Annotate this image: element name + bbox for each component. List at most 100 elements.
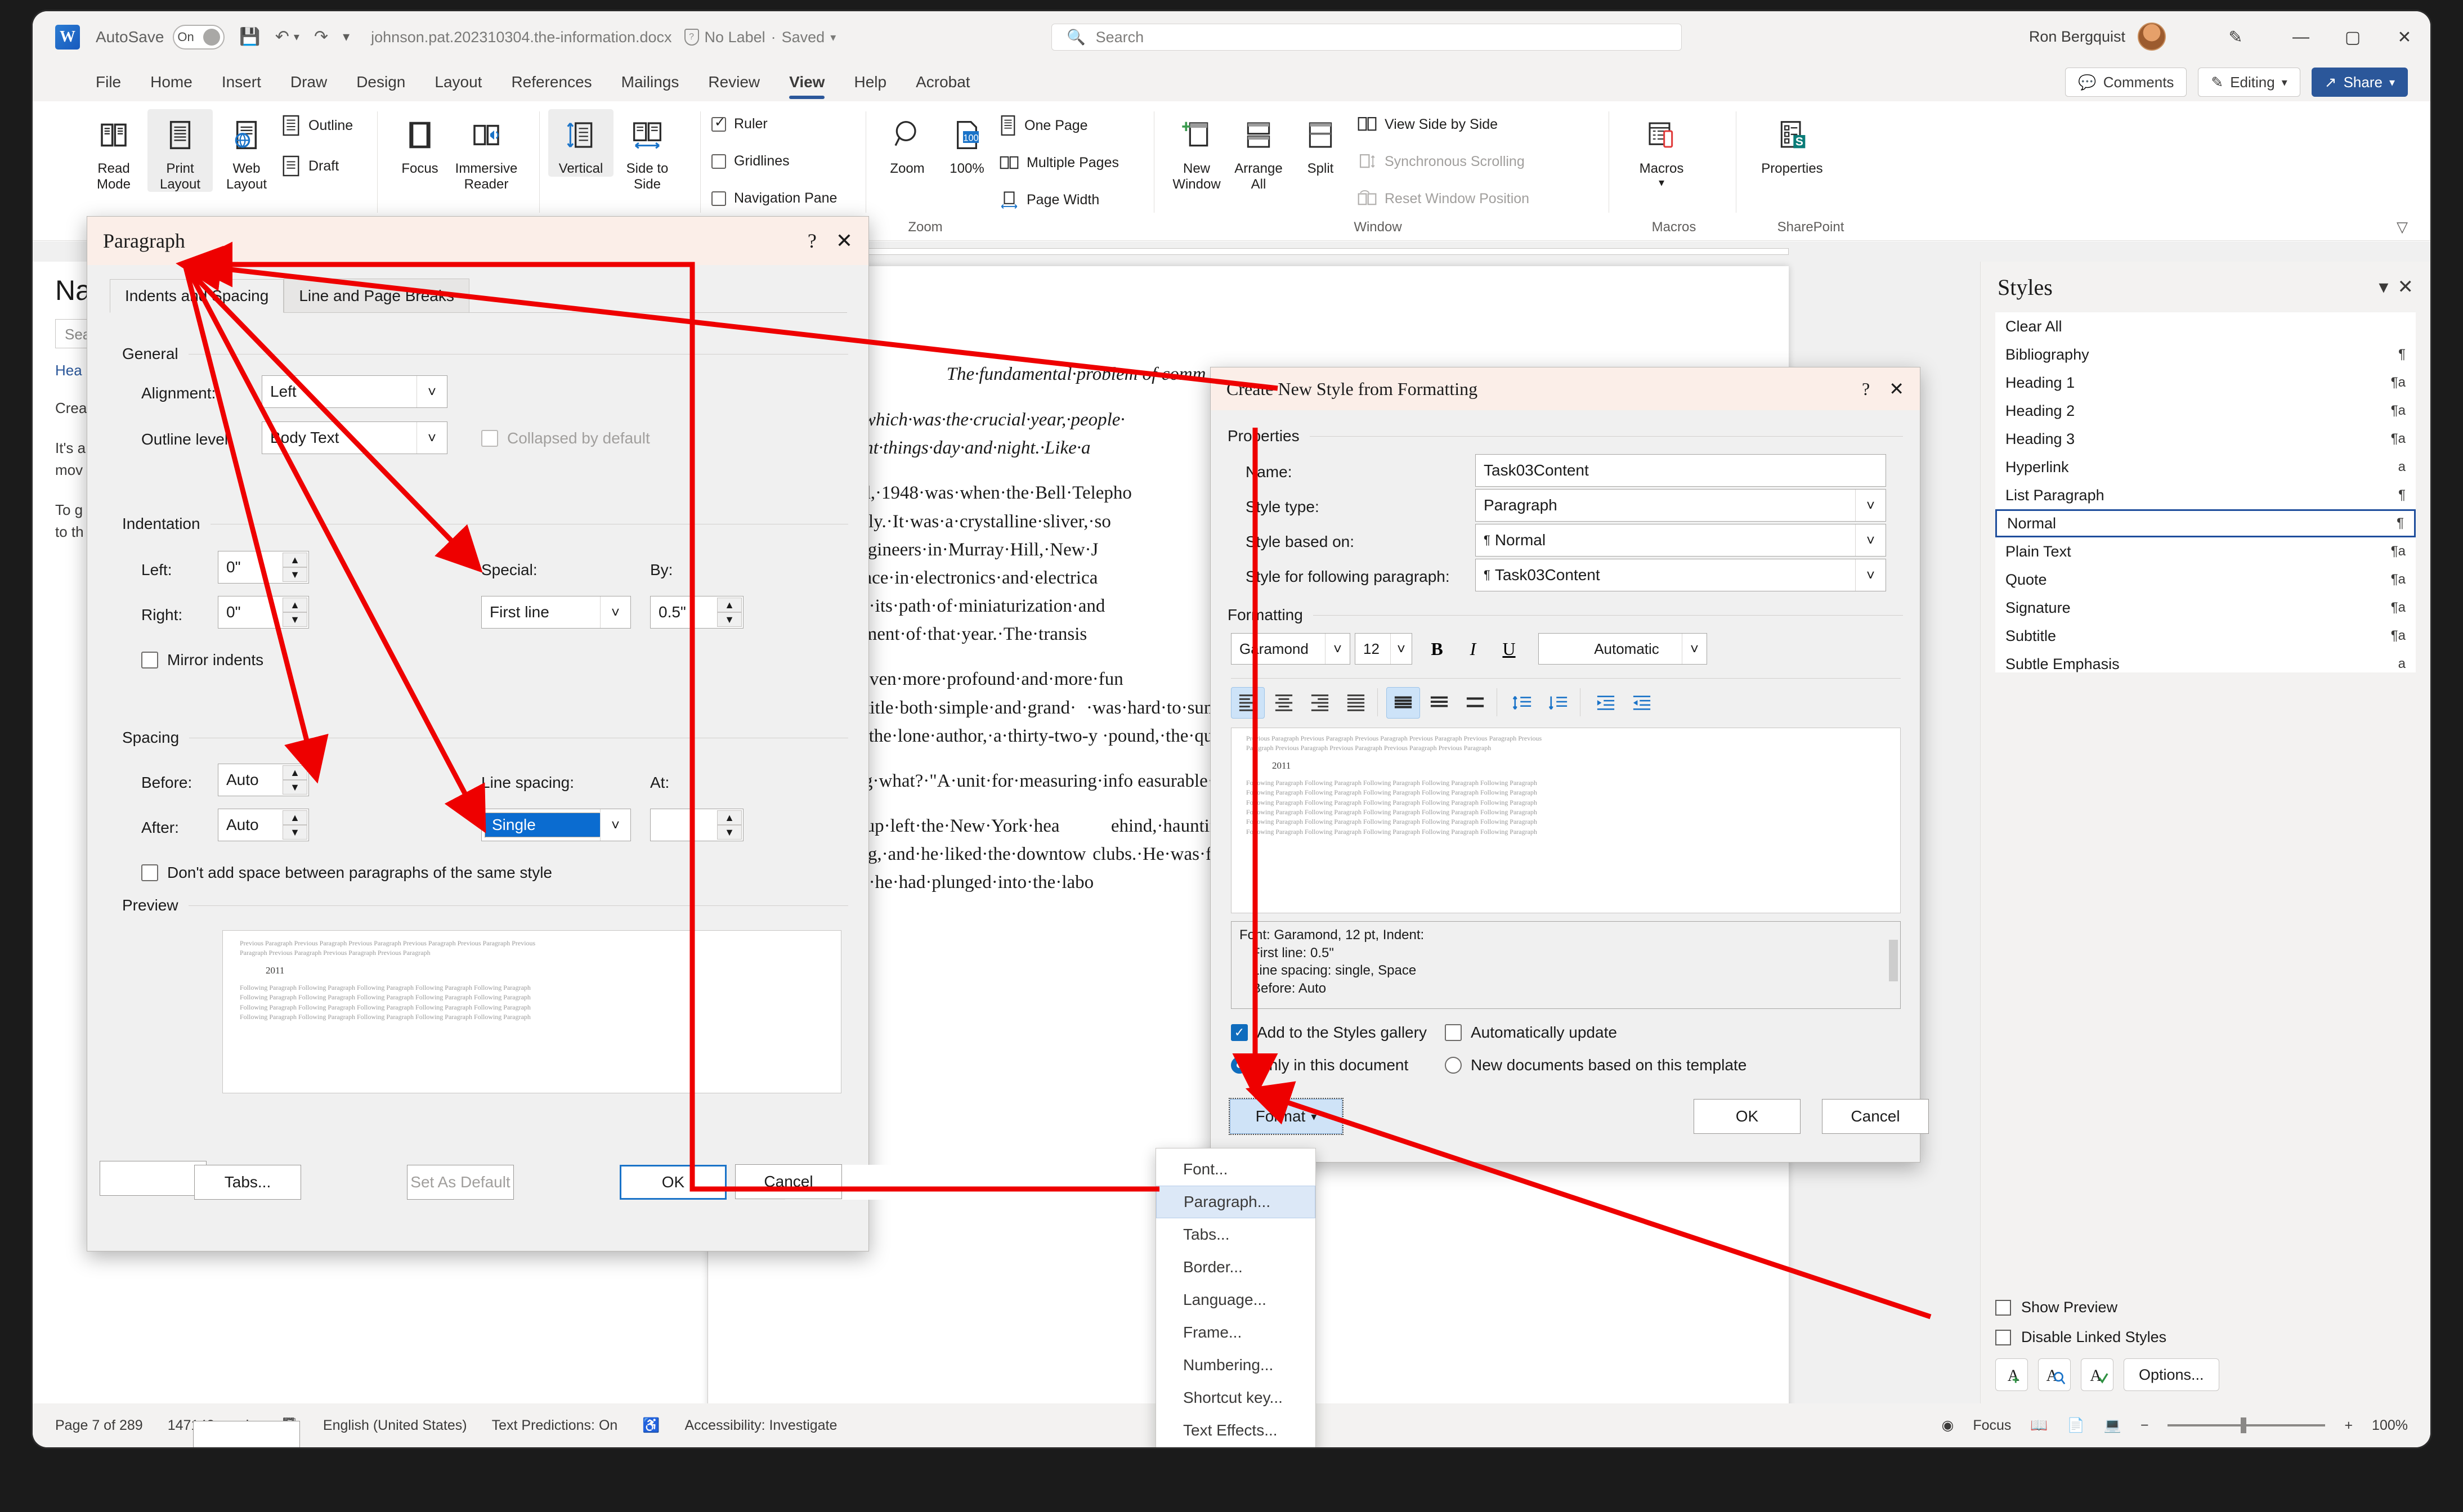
set-as-default-button[interactable]: Set As Default [407, 1165, 514, 1200]
zoom-level[interactable]: 100% [2372, 1417, 2408, 1434]
pen-icon[interactable]: ✎ [2210, 11, 2262, 63]
align-center-button[interactable] [1267, 687, 1301, 719]
scrollbar[interactable] [1889, 940, 1898, 981]
multiple-pages-button[interactable]: Multiple Pages [1000, 152, 1119, 173]
tab-design[interactable]: Design [342, 63, 420, 101]
outline-level-select[interactable]: Body Text ˅ [262, 421, 447, 454]
create-style-titlebar[interactable]: Create New Style from Formatting ? ✕ [1211, 367, 1920, 410]
line-spacing-1-5-button[interactable] [1422, 687, 1456, 719]
zoom-100-button[interactable]: 100 100% [934, 109, 1000, 177]
new-window-button[interactable]: New Window [1164, 109, 1229, 192]
font-color-select[interactable]: Automatic ˅ [1538, 633, 1707, 665]
close-icon[interactable]: ✕ [2398, 276, 2414, 298]
style-item-heading-2[interactable]: Heading 2 ¶a [1995, 397, 2416, 425]
stepper[interactable]: ▲ ▼ [717, 598, 742, 627]
decrease-indent-button[interactable] [1589, 687, 1623, 719]
macros-button[interactable]: Macros ▾ [1629, 109, 1694, 190]
add-to-styles-gallery-checkbox[interactable]: ✓ Add to the Styles gallery [1231, 1024, 1427, 1042]
style-item-hyperlink[interactable]: Hyperlink a [1995, 453, 2416, 481]
tab-mailings[interactable]: Mailings [607, 63, 694, 101]
new-style-icon[interactable]: A [1995, 1358, 2028, 1391]
format-menu-item-border[interactable]: Border... [1156, 1251, 1315, 1284]
page-width-button[interactable]: Page Width [1000, 189, 1099, 210]
spacing-before-input[interactable]: Auto ▲ ▼ [218, 764, 309, 796]
one-page-button[interactable]: One Page [1000, 115, 1088, 136]
minimize-button[interactable]: — [2275, 11, 2327, 63]
decrease-spacing-before-button[interactable] [1506, 687, 1539, 719]
saved-dropdown-icon[interactable]: ▾ [830, 30, 836, 44]
style-inspector-icon[interactable]: A [2038, 1358, 2071, 1391]
align-right-button[interactable] [1303, 687, 1337, 719]
avatar[interactable] [2138, 23, 2166, 51]
stepper[interactable]: ▲ ▼ [283, 553, 307, 582]
format-menu-item-font[interactable]: Font... [1156, 1153, 1315, 1186]
sensitivity-label[interactable]: ? No Label · Saved ▾ [684, 29, 836, 46]
save-icon[interactable]: 💾 [239, 29, 260, 46]
create-style-ok-button[interactable]: OK [1694, 1099, 1801, 1134]
dont-add-space-checkbox[interactable]: Don't add space between paragraphs of th… [141, 864, 552, 882]
align-justify-button[interactable] [1339, 687, 1373, 719]
read-mode-button[interactable]: Read Mode [81, 109, 146, 192]
style-item-list-paragraph[interactable]: List Paragraph ¶ [1995, 481, 2416, 509]
text-predictions-label[interactable]: Text Predictions: On [492, 1417, 618, 1434]
style-name-input[interactable]: Task03Content [1475, 454, 1886, 487]
language-label[interactable]: English (United States) [323, 1417, 467, 1434]
align-left-button[interactable] [1231, 687, 1265, 719]
line-spacing-single-button[interactable] [1386, 687, 1420, 719]
vertical-button[interactable]: Vertical [548, 109, 613, 177]
style-item-quote[interactable]: Quote ¶a [1995, 566, 2416, 594]
maximize-button[interactable]: ▢ [2327, 11, 2379, 63]
at-input[interactable]: ▲ ▼ [650, 809, 744, 841]
comments-button[interactable]: 💬 Comments [2065, 68, 2187, 97]
collapse-ribbon-icon[interactable]: ▽ [2397, 218, 2408, 236]
user-account[interactable]: Ron Bergquist [2029, 23, 2166, 51]
tab-view[interactable]: View [774, 63, 839, 101]
read-mode-icon[interactable]: 📖 [2030, 1417, 2048, 1434]
new-documents-radio[interactable]: New documents based on this template [1445, 1056, 1747, 1074]
tab-line-and-page-breaks[interactable]: Line and Page Breaks [284, 279, 469, 312]
tabs-button[interactable]: Tabs... [194, 1165, 301, 1200]
tab-file[interactable]: File [81, 63, 136, 101]
outline-button[interactable]: Outline [281, 115, 353, 136]
style-following-select[interactable]: ¶ Task03Content ˅ [1475, 559, 1886, 591]
editing-button[interactable]: ✎ Editing ▾ [2198, 68, 2300, 97]
help-icon[interactable]: ? [808, 229, 817, 253]
by-input[interactable]: 0.5" ▲ ▼ [650, 596, 744, 629]
style-based-on-select[interactable]: ¶ Normal ˅ [1475, 524, 1886, 557]
paragraph-ok-button[interactable]: OK [620, 1165, 727, 1200]
accessibility-label[interactable]: Accessibility: Investigate [684, 1417, 837, 1434]
special-select[interactable]: First line ˅ [481, 596, 631, 629]
underline-button[interactable]: U [1492, 633, 1526, 665]
web-layout-icon[interactable]: 💻 [2104, 1417, 2121, 1434]
zoom-button[interactable]: Zoom [875, 109, 940, 177]
style-item-signature[interactable]: Signature ¶a [1995, 594, 2416, 622]
mirror-indents-checkbox[interactable]: Mirror indents [141, 651, 263, 669]
page-number[interactable]: Page 7 of 289 [55, 1417, 143, 1434]
tab-home[interactable]: Home [136, 63, 207, 101]
format-menu-item-frame[interactable]: Frame... [1156, 1316, 1315, 1349]
line-spacing-double-button[interactable] [1458, 687, 1492, 719]
style-item-subtle-emphasis[interactable]: Subtle Emphasis a [1995, 650, 2416, 678]
ruler-checkbox[interactable]: Ruler [711, 114, 768, 132]
search-box[interactable]: 🔍 Search [1051, 24, 1682, 51]
chevron-down-icon[interactable]: ▾ [2379, 276, 2388, 298]
close-icon[interactable]: ✕ [1889, 378, 1904, 400]
split-button[interactable]: Split [1288, 109, 1353, 177]
increase-spacing-after-button[interactable] [1542, 687, 1575, 719]
format-menu-item-text-effects[interactable]: Text Effects... [1156, 1414, 1315, 1447]
options-button[interactable]: Options... [2124, 1358, 2219, 1391]
create-style-cancel-button[interactable]: Cancel [1822, 1099, 1929, 1134]
undo-dropdown-icon[interactable]: ▾ [294, 32, 299, 43]
automatically-update-checkbox[interactable]: Automatically update [1445, 1024, 1617, 1042]
manage-styles-icon[interactable]: A [2081, 1358, 2113, 1391]
spacing-after-input[interactable]: Auto ▲ ▼ [218, 809, 309, 841]
gridlines-checkbox[interactable]: Gridlines [711, 153, 790, 169]
style-item-plain-text[interactable]: Plain Text ¶a [1995, 537, 2416, 566]
paragraph-dialog-titlebar[interactable]: Paragraph ? ✕ [87, 217, 868, 265]
macros-chevron-icon[interactable]: ▾ [1629, 177, 1694, 190]
format-menu-item-tabs[interactable]: Tabs... [1156, 1218, 1315, 1251]
view-side-by-side-button[interactable]: View Side by Side [1358, 115, 1498, 134]
style-item-subtitle[interactable]: Subtitle ¶a [1995, 622, 2416, 650]
indent-right-input[interactable]: 0" ▲ ▼ [218, 596, 309, 629]
close-button[interactable]: ✕ [2379, 11, 2430, 63]
